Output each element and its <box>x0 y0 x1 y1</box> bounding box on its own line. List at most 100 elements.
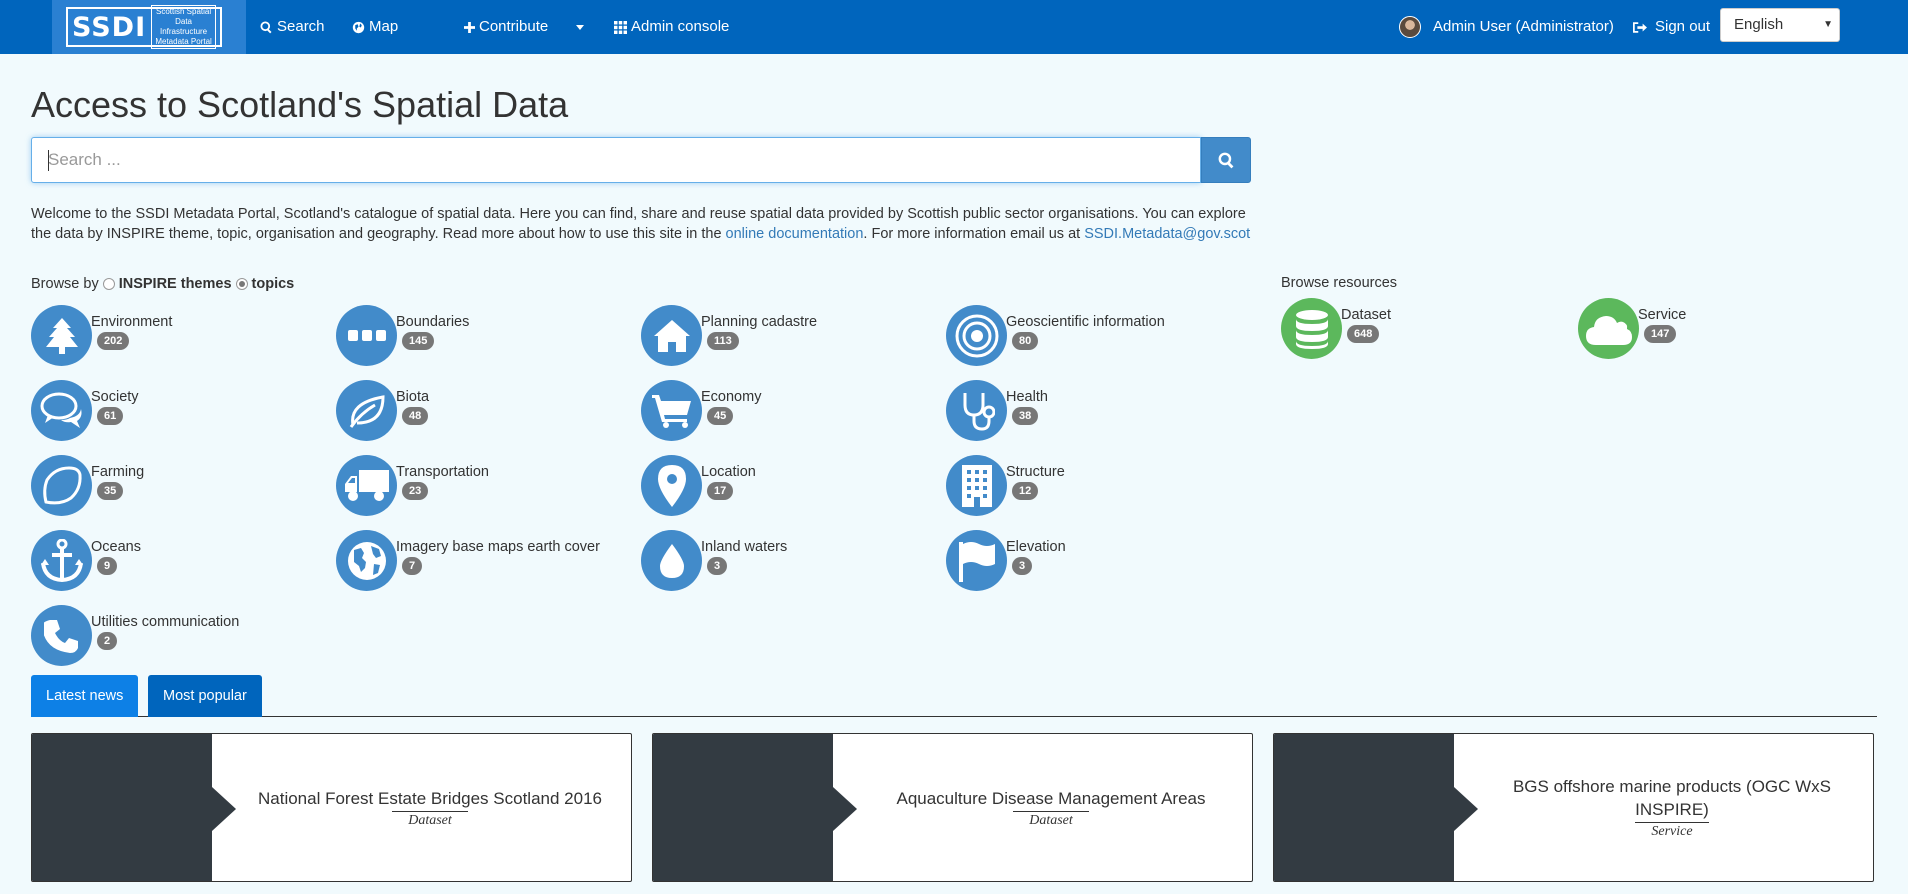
topic-tile[interactable]: Structure 12 <box>946 455 1236 517</box>
record-card[interactable]: BGS offshore marine products (OGC WxS IN… <box>1273 733 1874 882</box>
topic-tile[interactable]: Oceans 9 <box>31 530 321 592</box>
email-link[interactable]: SSDI.Metadata@gov.scot <box>1084 226 1250 242</box>
topic-label: Location <box>701 464 756 480</box>
topic-count-badge: 9 <box>97 557 118 575</box>
th-icon <box>614 20 627 34</box>
stethoscope-icon <box>946 380 1007 441</box>
select-arrow-icon: ▼ <box>1823 19 1833 30</box>
topic-label: Biota <box>396 389 430 405</box>
topic-count-badge: 80 <box>1012 332 1039 350</box>
resource-count-badge: 648 <box>1347 325 1380 343</box>
tab-most-popular[interactable]: Most popular <box>148 675 262 717</box>
radio-inspire-themes[interactable] <box>102 278 115 290</box>
record-card[interactable]: Aquaculture Disease Management Areas Dat… <box>652 733 1253 882</box>
topic-tile[interactable]: Environment 202 <box>31 305 321 367</box>
record-card[interactable]: National Forest Estate Bridges Scotland … <box>31 733 632 882</box>
sign-out-label: Sign out <box>1655 18 1711 35</box>
contribute-dropdown-toggle[interactable] <box>576 0 584 54</box>
topic-count-badge: 3 <box>707 557 728 575</box>
topic-label: Farming <box>91 464 145 480</box>
resource-tile-dataset[interactable]: Dataset 648 <box>1281 298 1571 360</box>
language-select[interactable]: English ▼ <box>1720 8 1840 42</box>
search-icon <box>260 20 272 33</box>
search-placeholder: Search ... <box>48 150 121 169</box>
card-body: BGS offshore marine products (OGC WxS IN… <box>1479 734 1865 881</box>
nav-contribute[interactable]: Contribute <box>464 0 548 54</box>
topic-tile[interactable]: Location 17 <box>641 455 931 517</box>
tint-icon <box>641 530 702 591</box>
topic-tile[interactable]: Economy 45 <box>641 380 931 442</box>
flag-icon <box>946 530 1007 591</box>
nav-map-label: Map <box>369 18 399 35</box>
topic-tile[interactable]: Biota 48 <box>336 380 626 442</box>
truck-icon <box>336 455 397 516</box>
topic-tile[interactable]: Transportation 23 <box>336 455 626 517</box>
logo-sub-text: Scottish Spatial Data Infrastructure Met… <box>151 5 216 49</box>
topic-tile[interactable]: Boundaries 145 <box>336 305 626 367</box>
topic-count-badge: 202 <box>97 332 130 350</box>
topic-count-badge: 61 <box>97 407 124 425</box>
search-input[interactable]: Search ... <box>31 137 1201 183</box>
radio-topics-label: topics <box>251 276 295 292</box>
anchor-icon <box>31 530 92 591</box>
tab-latest-news[interactable]: Latest news <box>31 675 139 717</box>
nav-admin-console[interactable]: Admin console <box>614 0 729 54</box>
topic-count-badge: 113 <box>707 332 739 350</box>
topic-count-badge: 7 <box>402 557 423 575</box>
topic-count-badge: 38 <box>1012 407 1039 425</box>
sign-out-link[interactable]: Sign out <box>1633 0 1710 54</box>
topic-tile[interactable]: Society 61 <box>31 380 321 442</box>
card-body: National Forest Estate Bridges Scotland … <box>237 734 623 881</box>
user-menu[interactable]: Admin User (Administrator) <box>1399 0 1614 54</box>
nav-contribute-label: Contribute <box>479 18 549 35</box>
topic-label: Transportation <box>396 464 489 480</box>
topic-label: Elevation <box>1006 539 1066 555</box>
card-thumbnail <box>653 734 833 881</box>
plus-icon <box>464 21 475 33</box>
topic-count-badge: 145 <box>402 332 435 350</box>
topic-count-badge: 45 <box>707 407 734 425</box>
topic-count-badge: 17 <box>707 482 734 500</box>
topic-label: Boundaries <box>396 314 470 330</box>
logo[interactable]: SSDI Scottish Spatial Data Infrastructur… <box>52 0 246 54</box>
sign-out-icon <box>1633 21 1647 33</box>
lemon-icon <box>31 455 92 516</box>
topic-label: Structure <box>1006 464 1065 480</box>
leaf-icon <box>336 380 397 441</box>
card-title[interactable]: National Forest Estate Bridges Scotland … <box>258 787 602 810</box>
caret-down-icon <box>576 24 584 30</box>
browse-by-label: Browse by <box>31 276 99 292</box>
card-arrow <box>1454 787 1478 831</box>
card-type: Service <box>1635 822 1709 840</box>
radio-topics[interactable] <box>235 278 248 290</box>
topic-tile[interactable]: Planning cadastre 113 <box>641 305 931 367</box>
topic-count-badge: 2 <box>97 632 118 650</box>
user-name: Admin User (Administrator) <box>1433 18 1614 35</box>
card-title[interactable]: Aquaculture Disease Management Areas <box>896 787 1205 810</box>
topic-tile[interactable]: Farming 35 <box>31 455 321 517</box>
topic-count-badge: 35 <box>97 482 124 500</box>
radio-inspire-themes-label: INSPIRE themes <box>118 276 232 292</box>
online-documentation-link[interactable]: online documentation <box>726 226 864 242</box>
home-icon <box>641 305 702 366</box>
nav-map[interactable]: Map <box>352 0 398 54</box>
search-button[interactable] <box>1201 137 1251 183</box>
card-title[interactable]: BGS offshore marine products (OGC WxS IN… <box>1479 775 1865 821</box>
nav-search[interactable]: Search <box>260 0 325 54</box>
topic-label: Economy <box>701 389 762 405</box>
topic-tile[interactable]: Inland waters 3 <box>641 530 931 592</box>
card-thumbnail <box>32 734 212 881</box>
logo-main-text: SSDI <box>72 11 147 43</box>
topic-tile[interactable]: Elevation 3 <box>946 530 1236 592</box>
topic-label: Society <box>91 389 139 405</box>
topic-tile[interactable]: Geoscientific information 80 <box>946 305 1236 367</box>
page-title: Access to Scotland's Spatial Data <box>31 84 569 125</box>
search-icon <box>1218 152 1233 168</box>
topic-label: Health <box>1006 389 1048 405</box>
target-icon <box>946 305 1007 366</box>
card-type: Dataset <box>1013 810 1089 829</box>
topic-tile[interactable]: Imagery base maps earth cover 7 <box>336 530 626 592</box>
resource-tile-service[interactable]: Service 147 <box>1578 298 1868 360</box>
topic-tile[interactable]: Health 38 <box>946 380 1236 442</box>
topic-tile[interactable]: Utilities communication 2 <box>31 605 321 667</box>
